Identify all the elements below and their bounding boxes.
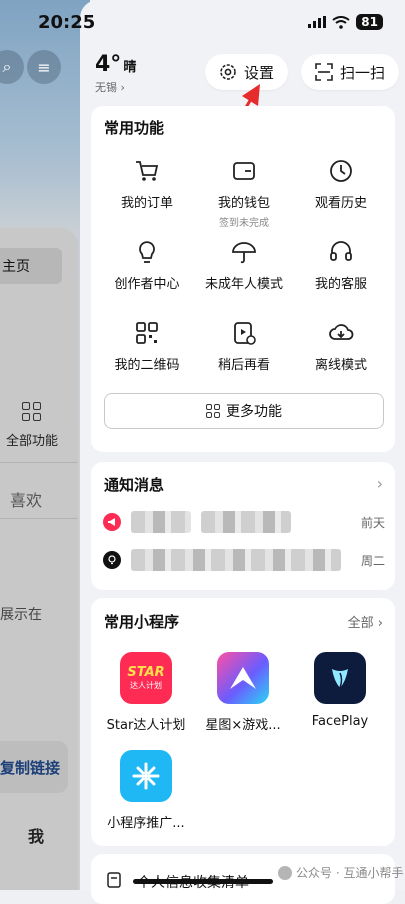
- all-features-label[interactable]: 全部功能: [6, 430, 58, 449]
- feature-label: 我的二维码: [114, 358, 180, 373]
- mini-program-label: Star达人计划: [106, 718, 186, 733]
- feature-watch-history[interactable]: 观看历史: [291, 156, 391, 211]
- scan-button[interactable]: 扫一扫: [301, 54, 400, 90]
- home-tab-label: 主页: [2, 259, 30, 275]
- mini-programs-title: 常用小程序: [104, 613, 180, 631]
- show-text: 展示在: [0, 607, 42, 623]
- wifi-icon: [332, 15, 350, 29]
- blurred-content: [201, 511, 291, 533]
- blurred-content: [131, 511, 191, 533]
- home-indicator: [133, 879, 273, 884]
- feature-label: 稍后再看: [217, 358, 270, 373]
- feature-watch-later[interactable]: 稍后再看: [194, 318, 294, 373]
- feature-label: 我的客服: [314, 277, 367, 292]
- notifications-card: 通知消息 › 前天 周二: [91, 462, 395, 590]
- watermark: 公众号 · 互通小帮手: [278, 864, 403, 881]
- scan-icon: [315, 63, 333, 81]
- feature-label: 未成年人模式: [204, 277, 283, 292]
- temperature: 4°: [95, 52, 122, 77]
- weather-condition: 晴: [123, 60, 137, 75]
- feature-label: 创作者中心: [114, 277, 180, 292]
- notification-item[interactable]: 周二: [103, 546, 385, 574]
- battery-indicator: 81: [356, 14, 383, 30]
- wallet-icon: [233, 162, 255, 180]
- notifications-title: 通知消息: [104, 476, 165, 494]
- clock-icon: [330, 160, 352, 182]
- mini-program-label: 星图×游戏...: [205, 718, 281, 733]
- view-all-link[interactable]: 全部 ›: [348, 612, 383, 631]
- feature-creator-center[interactable]: 创作者中心: [97, 237, 197, 292]
- wechat-icon: [278, 865, 292, 880]
- cart-icon: [136, 161, 159, 181]
- faceplay-logo: [314, 652, 366, 704]
- bulb-icon: [103, 551, 121, 569]
- me-tab[interactable]: 我: [28, 823, 44, 847]
- mini-program-xingtu[interactable]: 星图×游戏...: [198, 652, 288, 733]
- copy-link-label: 复制链接: [0, 758, 61, 777]
- scan-label: 扫一扫: [340, 63, 386, 82]
- feature-my-orders[interactable]: 我的订单: [97, 156, 197, 211]
- xingtu-logo: [217, 652, 269, 704]
- megaphone-icon: [103, 513, 121, 531]
- mini-program-faceplay[interactable]: FacePlay: [295, 652, 385, 729]
- status-bar: 20:25 81: [0, 0, 405, 44]
- bulb-icon: [139, 241, 155, 263]
- feature-label: 我的订单: [120, 196, 173, 211]
- gear-icon: [220, 64, 236, 80]
- star-logo: STAR 达人计划: [120, 652, 172, 704]
- star-logo-text: STAR: [127, 665, 165, 680]
- notification-item[interactable]: 前天: [103, 508, 385, 536]
- notification-time: 周二: [360, 553, 385, 568]
- likes-tab[interactable]: 喜欢: [10, 487, 42, 511]
- chevron-right-icon[interactable]: ›: [377, 474, 383, 493]
- feature-minor-mode[interactable]: 未成年人模式: [194, 237, 294, 292]
- document-icon: [107, 872, 121, 892]
- mini-programs-card: 常用小程序 全部 › STAR 达人计划 Star达人计划 星图×游戏... F…: [91, 598, 395, 846]
- qrcode-icon: [136, 322, 158, 344]
- feature-my-qrcode[interactable]: 我的二维码: [97, 318, 197, 373]
- star-logo-sub: 达人计划: [130, 681, 162, 690]
- feature-label: 离线模式: [314, 358, 367, 373]
- common-features-title: 常用功能: [104, 119, 165, 137]
- more-features-button[interactable]: 更多功能: [104, 393, 384, 429]
- watch-later-icon: [234, 322, 256, 345]
- more-features-label: 更多功能: [226, 404, 282, 420]
- blurred-content: [131, 549, 341, 571]
- watermark-text: 公众号 · 互通小帮手: [296, 866, 404, 880]
- city-label: 无锡 ›: [95, 81, 125, 94]
- grid-icon: [206, 404, 220, 418]
- feature-label: 我的钱包: [217, 196, 270, 211]
- divider: [0, 462, 78, 463]
- mini-program-label: 小程序推广...: [107, 816, 185, 831]
- notification-time: 前天: [360, 515, 385, 530]
- cloud-download-icon: [329, 324, 354, 340]
- checkin-status: 签到未完成: [219, 218, 269, 229]
- status-time: 20:25: [38, 11, 96, 33]
- feature-customer-service[interactable]: 我的客服: [291, 237, 391, 292]
- promotion-logo: [120, 750, 172, 802]
- signal-icon: [308, 16, 327, 28]
- copy-link-button[interactable]: 复制链接: [0, 741, 68, 793]
- mini-program-star[interactable]: STAR 达人计划 Star达人计划: [101, 652, 191, 733]
- menu-icon[interactable]: ≡: [27, 50, 61, 84]
- feature-my-wallet[interactable]: 我的钱包 签到未完成: [194, 156, 294, 229]
- feature-offline-mode[interactable]: 离线模式: [291, 318, 391, 373]
- feature-label: 观看历史: [314, 196, 367, 211]
- divider: [0, 518, 78, 519]
- mini-program-promotion[interactable]: 小程序推广...: [101, 750, 191, 831]
- weather-widget[interactable]: 4° 晴 无锡 ›: [95, 52, 136, 95]
- mini-program-label: FacePlay: [311, 714, 369, 729]
- all-features-icon[interactable]: [22, 402, 41, 421]
- headset-icon: [330, 241, 352, 261]
- home-tab[interactable]: 主页: [0, 248, 62, 284]
- common-features-card: 常用功能 我的订单 我的钱包 签到未完成 观看历史 创作者中心 未成年人模式 我…: [91, 106, 395, 452]
- umbrella-icon: [232, 242, 256, 264]
